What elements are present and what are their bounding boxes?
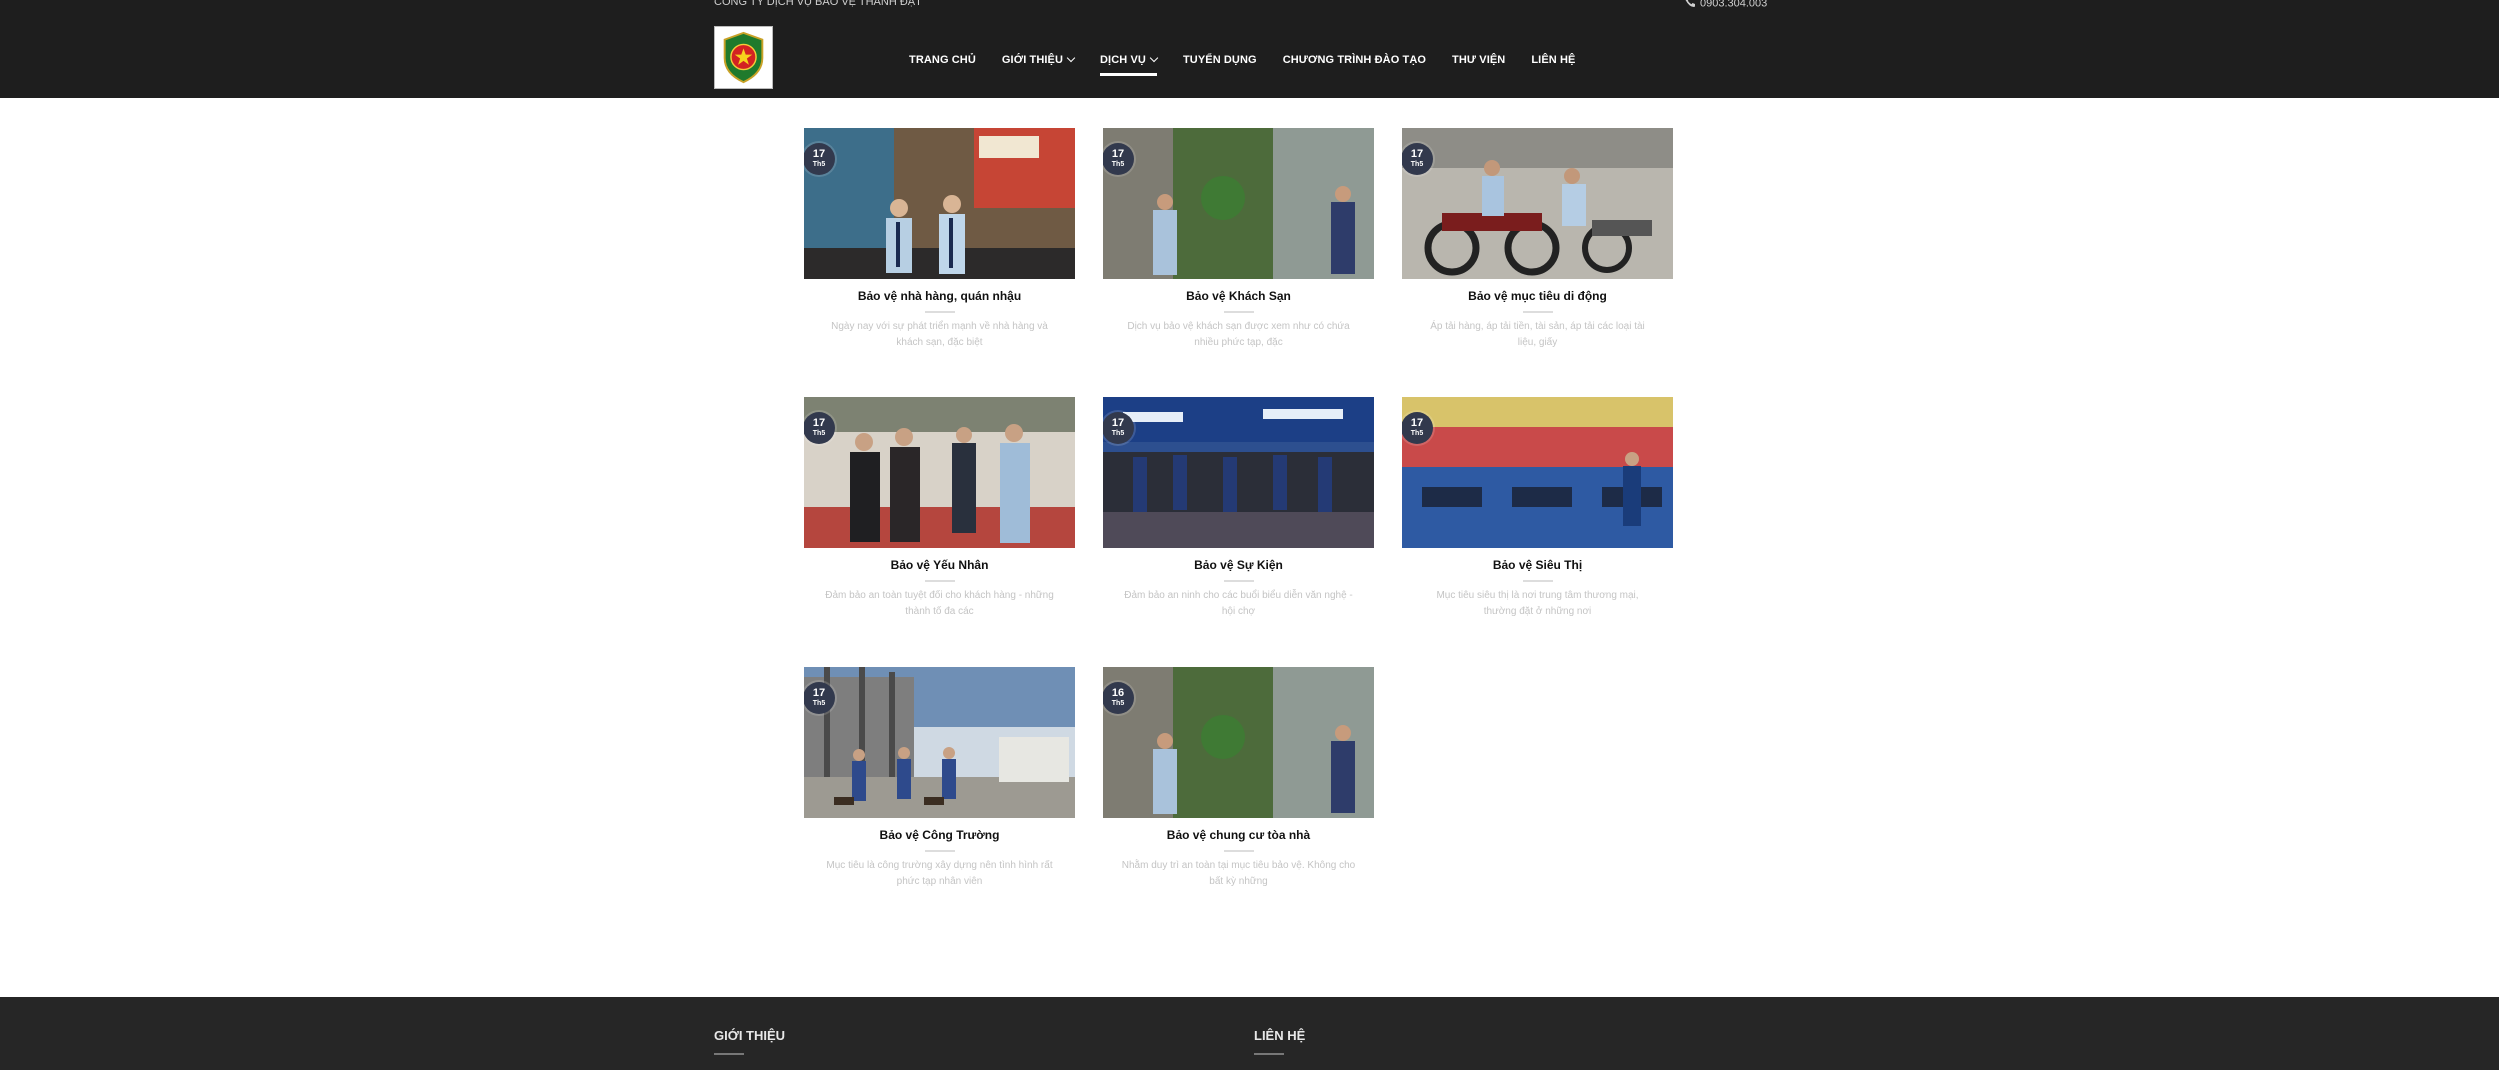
- nav-dich-vu[interactable]: DỊCH VỤ: [1100, 53, 1159, 76]
- post-thumbnail[interactable]: 17 Th5: [1103, 397, 1374, 548]
- post-card[interactable]: 16 Th5 Bảo vệ chung cư tòa nhà Nhằm duy t…: [1103, 667, 1374, 890]
- nav-thu-vien[interactable]: THƯ VIỆN: [1452, 54, 1505, 66]
- company-name: CÔNG TY DỊCH VỤ BẢO VỆ THÀNH ĐẠT: [714, 0, 922, 8]
- post-excerpt: Áp tải hàng, áp tải tiền, tài sản, áp tả…: [1430, 321, 1645, 348]
- post-card[interactable]: 17 Th5 Bảo vệ Sự Kiện Đảm bảo an ninh cho…: [1103, 397, 1374, 620]
- post-card[interactable]: 17 Th5 Bảo vệ mục tiêu di động Áp tải hàn…: [1402, 128, 1673, 351]
- post-thumbnail[interactable]: 17 Th5: [804, 128, 1075, 279]
- post-card[interactable]: 17 Th5 Bảo vệ Khách Sạn Dịch vụ bảo vệ kh…: [1103, 128, 1374, 351]
- post-excerpt: Dịch vụ bảo vệ khách sạn được xem như có…: [1127, 321, 1350, 348]
- title-divider: [1223, 311, 1254, 313]
- date-badge: 17 Th5: [804, 682, 835, 714]
- nav-lien-he[interactable]: LIÊN HỆ: [1531, 54, 1575, 66]
- chevron-down-icon: [1066, 53, 1076, 63]
- date-badge: 17 Th5: [1103, 143, 1134, 175]
- post-thumbnail[interactable]: 17 Th5: [804, 667, 1075, 818]
- title-divider: [924, 850, 955, 852]
- footer-heading-lien-he: LIÊN HỆ: [1254, 1028, 1306, 1043]
- date-badge: 17 Th5: [804, 412, 835, 444]
- post-excerpt: Mục tiêu là công trường xây dựng nên tìn…: [826, 860, 1053, 887]
- date-badge: 17 Th5: [1402, 143, 1433, 175]
- title-divider: [924, 311, 955, 313]
- site-footer: GIỚI THIỆU LIÊN HỆ: [0, 997, 2499, 1070]
- post-title[interactable]: Bảo vệ Sự Kiện: [1103, 558, 1374, 572]
- post-title[interactable]: Bảo vệ mục tiêu di động: [1402, 289, 1673, 303]
- footer-heading-gioi-thieu: GIỚI THIỆU: [714, 1028, 786, 1043]
- post-thumbnail[interactable]: 17 Th5: [1103, 128, 1374, 279]
- post-card[interactable]: 17 Th5 Bảo vệ Siêu Thị Mục tiêu siêu thị …: [1402, 397, 1673, 620]
- title-divider: [1223, 850, 1254, 852]
- date-badge: 16 Th5: [1103, 682, 1134, 714]
- post-title[interactable]: Bảo vệ nhà hàng, quán nhậu: [804, 289, 1075, 303]
- title-divider: [1223, 580, 1254, 582]
- phone-contact[interactable]: 0903.304.003: [1684, 0, 1767, 11]
- title-divider: [1522, 580, 1553, 582]
- date-badge: 17 Th5: [1103, 412, 1134, 444]
- nav-tuyen-dung[interactable]: TUYỂN DỤNG: [1183, 54, 1257, 66]
- post-thumbnail[interactable]: 16 Th5: [1103, 667, 1374, 818]
- chevron-down-icon: [1149, 53, 1159, 63]
- post-card[interactable]: 17 Th5 Bảo vệ Yếu Nhân Đảm bảo an toàn tu…: [804, 397, 1075, 620]
- date-badge: 17 Th5: [804, 143, 835, 175]
- post-excerpt: Mục tiêu siêu thị là nơi trung tâm thươn…: [1436, 590, 1639, 617]
- post-excerpt: Đảm bảo an ninh cho các buổi biểu diễn v…: [1124, 590, 1353, 617]
- site-logo[interactable]: [714, 26, 773, 89]
- post-title[interactable]: Bảo vệ chung cư tòa nhà: [1103, 828, 1374, 842]
- post-title[interactable]: Bảo vệ Siêu Thị: [1402, 558, 1673, 572]
- title-divider: [1522, 311, 1553, 313]
- phone-number: 0903.304.003: [1700, 0, 1768, 10]
- site-header: CÔNG TY DỊCH VỤ BẢO VỆ THÀNH ĐẠT 0903.30…: [0, 0, 2499, 98]
- post-thumbnail[interactable]: 17 Th5: [1402, 397, 1673, 548]
- post-title[interactable]: Bảo vệ Khách Sạn: [1103, 289, 1374, 303]
- footer-divider: [1254, 1053, 1284, 1055]
- nav-chuong-trinh-dao-tao[interactable]: CHƯƠNG TRÌNH ĐÀO TẠO: [1283, 54, 1426, 66]
- title-divider: [924, 580, 955, 582]
- main-nav: TRANG CHỦ GIỚI THIỆU DỊCH VỤ TUYỂN DỤNG …: [909, 48, 1601, 76]
- post-excerpt: Đảm bảo an toàn tuyệt đối cho khách hàng…: [825, 590, 1054, 617]
- nav-gioi-thieu[interactable]: GIỚI THIỆU: [1002, 53, 1076, 66]
- post-title[interactable]: Bảo vệ Công Trường: [804, 828, 1075, 842]
- post-title[interactable]: Bảo vệ Yếu Nhân: [804, 558, 1075, 572]
- post-thumbnail[interactable]: 17 Th5: [1402, 128, 1673, 279]
- post-card[interactable]: 17 Th5 Bảo vệ Công Trường Mục tiêu là côn…: [804, 667, 1075, 890]
- footer-divider: [714, 1053, 744, 1055]
- post-excerpt: Nhằm duy trì an toàn tại mục tiêu bảo vệ…: [1121, 860, 1356, 887]
- phone-icon: [1684, 0, 1696, 11]
- date-badge: 17 Th5: [1402, 412, 1433, 444]
- post-excerpt: Ngày nay với sự phát triển mạnh về nhà h…: [831, 321, 1048, 348]
- post-card[interactable]: 17 Th5 Bảo vệ nhà hàng, quán nhậu Ngày na…: [804, 128, 1075, 351]
- nav-trang-chu[interactable]: TRANG CHỦ: [909, 54, 976, 66]
- post-thumbnail[interactable]: 17 Th5: [804, 397, 1075, 548]
